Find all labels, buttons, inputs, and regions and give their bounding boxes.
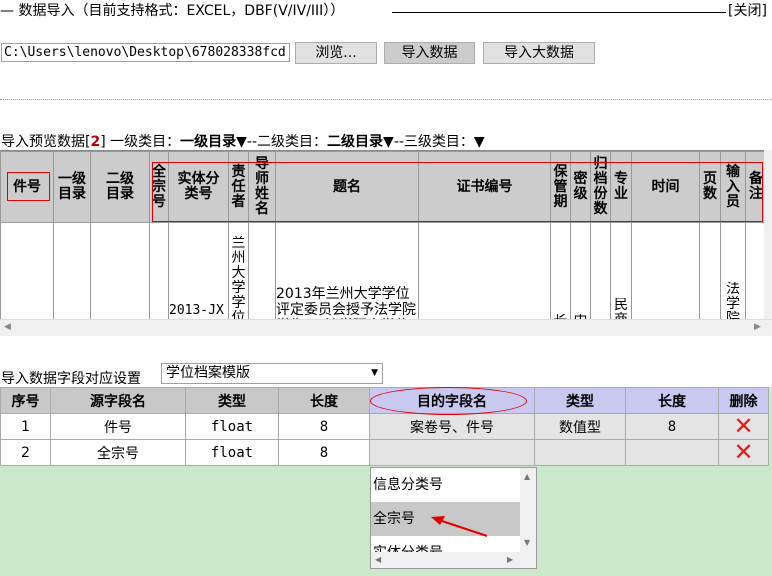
browse-button[interactable]: 浏览...: [295, 42, 377, 64]
delete-icon[interactable]: ✕: [733, 438, 753, 466]
mapping-cell: 8: [278, 413, 370, 440]
target-field-cell[interactable]: [369, 439, 535, 466]
category1-select[interactable]: 一级目录▼: [180, 134, 247, 150]
mapping-col-header: 源字段名: [50, 387, 186, 414]
mapping-cell: float: [185, 439, 279, 466]
annotation-arrow-icon: [431, 516, 488, 537]
listbox-vertical-scrollbar[interactable]: ▲ ▼: [520, 468, 536, 552]
preview-col-header: 一级目录: [53, 151, 91, 223]
mapping-cell: 2: [0, 439, 51, 466]
delete-icon[interactable]: ✕: [733, 412, 753, 440]
mapping-cell: 8: [278, 439, 370, 466]
mapping-row: 1 件号 float 8 案卷号、件号 数值型 8 ✕: [0, 412, 769, 440]
preview-label: 导入预览数据[2] 一级类目：一级目录▼--二级类目：二级目录▼--三级类目：▼: [1, 131, 485, 151]
category2-select[interactable]: 二级目录▼: [327, 134, 394, 150]
mapping-col-header: 删除: [718, 387, 769, 414]
mapping-col-header: 长度: [625, 387, 719, 414]
scroll-down-icon[interactable]: ▼: [524, 538, 530, 547]
category3-label: --三级类目：: [393, 134, 474, 150]
import-data-button[interactable]: 导入数据: [384, 42, 475, 64]
scroll-left-icon[interactable]: ◀: [375, 555, 381, 564]
scroll-right-icon[interactable]: ▶: [754, 322, 761, 332]
divider: [0, 99, 772, 100]
mapping-cell: 1: [0, 413, 51, 440]
title-divider: [392, 12, 726, 13]
mapping-cell: 件号: [50, 413, 186, 440]
mapping-cell: 全宗号: [50, 439, 186, 466]
scroll-up-icon[interactable]: ▲: [524, 472, 530, 481]
mapping-col-header: 序号: [0, 387, 51, 414]
delete-button[interactable]: ✕: [718, 412, 769, 440]
scroll-left-icon[interactable]: ◀: [4, 322, 11, 332]
chevron-down-icon: ▼: [371, 368, 378, 378]
preview-count: 2: [90, 134, 101, 150]
category3-select[interactable]: ▼: [474, 134, 485, 150]
delete-button[interactable]: ✕: [718, 438, 769, 466]
import-big-data-button[interactable]: 导入大数据: [483, 42, 595, 64]
preview-label-prefix: 导入预览数据[: [1, 134, 91, 150]
mapping-col-header: 类型: [185, 387, 279, 414]
mapping-cell: 数值型: [534, 413, 626, 440]
template-select[interactable]: 学位档案模版 ▼: [161, 363, 383, 384]
mapping-col-header: 类型: [534, 387, 626, 414]
mapping-cell: float: [185, 413, 279, 440]
target-field-cell[interactable]: 案卷号、件号: [369, 413, 535, 440]
mapping-label: 导入数据字段对应设置: [1, 371, 141, 387]
highlight-box: [152, 162, 763, 222]
mapping-cell: [534, 439, 626, 466]
file-path-input[interactable]: C:\Users\lenovo\Desktop\678028338fcd: [1, 43, 290, 62]
mapping-cell: [625, 439, 719, 466]
preview-vertical-scrollbar[interactable]: [764, 150, 772, 319]
title-bar: — 数据导入（目前支持格式：EXCEL，DBF(V/IV/III）） [关闭]: [0, 0, 772, 20]
highlight-box: [7, 172, 50, 201]
listbox-horizontal-scrollbar[interactable]: ◀ ▶: [371, 552, 536, 568]
scroll-right-icon[interactable]: ▶: [507, 555, 513, 564]
category1-label: ] 一级类目：: [100, 134, 181, 150]
template-select-value: 学位档案模版: [166, 365, 250, 381]
preview-horizontal-scrollbar[interactable]: ◀ ▶: [0, 319, 772, 336]
listbox-option[interactable]: 信息分类号: [371, 468, 521, 502]
highlight-ellipse: [370, 387, 527, 415]
mapping-cell: 8: [625, 413, 719, 440]
dialog-title: — 数据导入（目前支持格式：EXCEL，DBF(V/IV/III））: [0, 3, 345, 19]
preview-col-header: 二级目录: [90, 151, 150, 223]
close-link[interactable]: [关闭]: [728, 0, 767, 20]
mapping-row: 2 全宗号 float 8 ✕: [0, 438, 769, 466]
mapping-col-header: 长度: [278, 387, 370, 414]
category2-label: --二级类目：: [246, 134, 328, 150]
